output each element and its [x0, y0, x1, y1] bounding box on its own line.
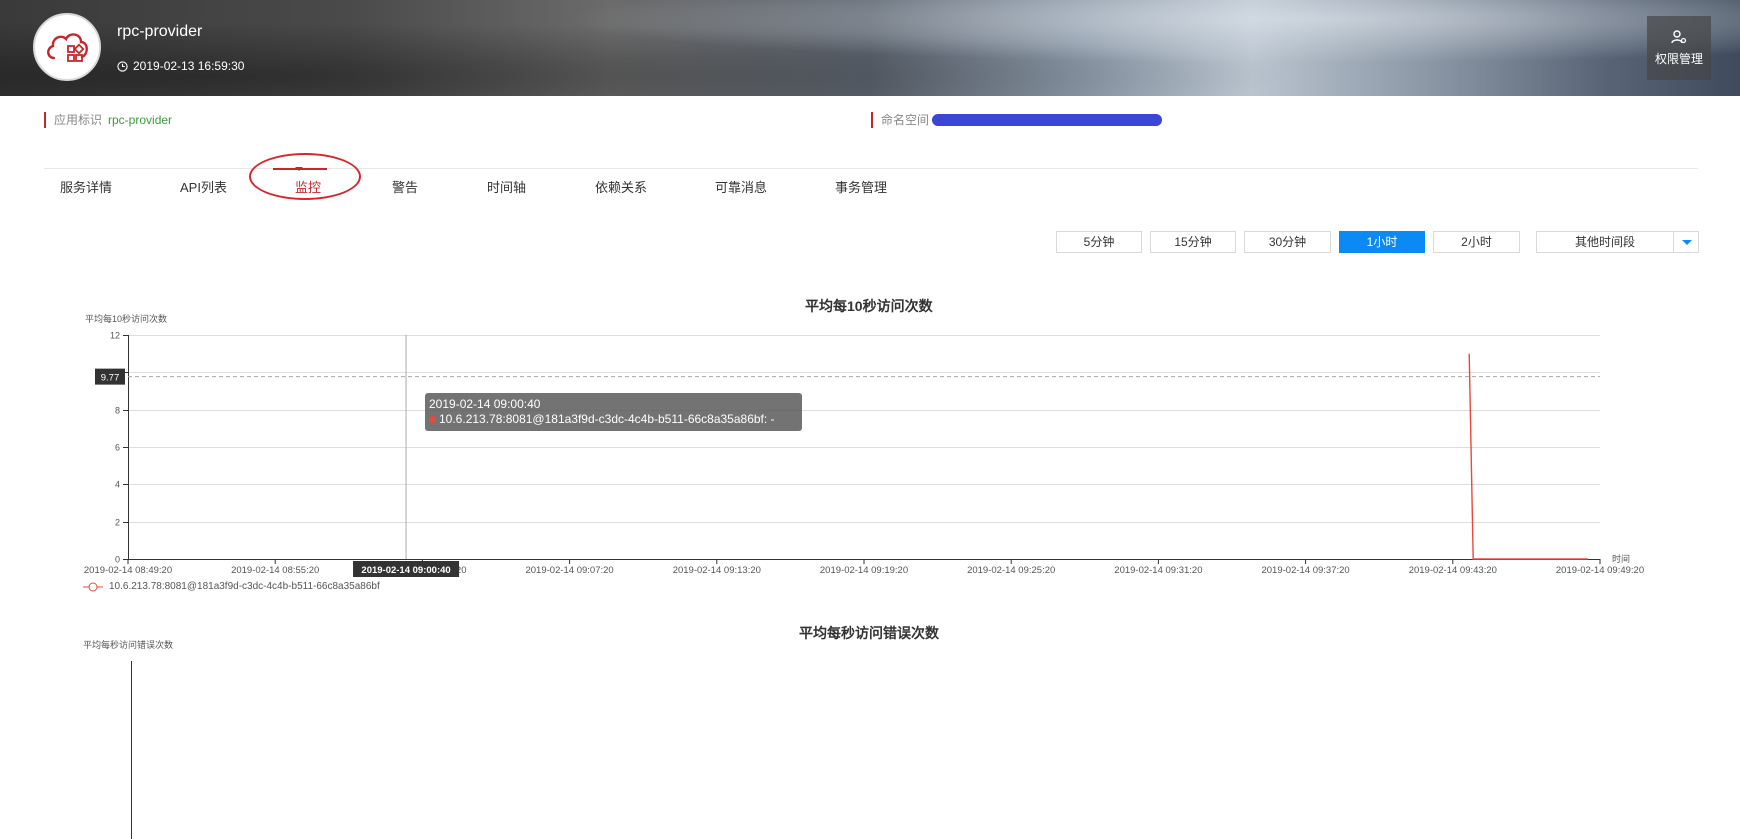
error-count-chart[interactable] [0, 0, 1740, 839]
